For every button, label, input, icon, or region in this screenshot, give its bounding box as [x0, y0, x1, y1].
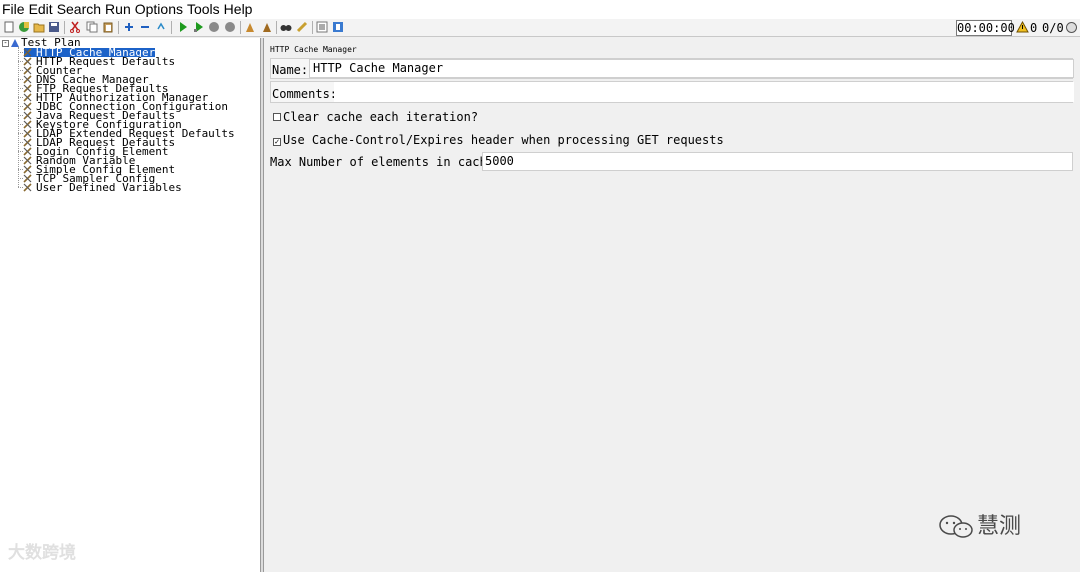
name-row: Name: HTTP Cache Manager	[270, 58, 1074, 79]
tree-item-label: User Defined Variables	[36, 181, 182, 194]
remote-engines-icon[interactable]	[1066, 22, 1077, 33]
clear-cache-label: Clear cache each iteration?	[283, 110, 479, 124]
wechat-icon	[939, 515, 973, 538]
config-element-icon	[23, 111, 32, 120]
start-no-pauses-icon[interactable]	[193, 21, 205, 33]
clear-icon[interactable]	[244, 21, 256, 33]
menu-search[interactable]: Search	[57, 0, 101, 19]
tree-items: HTTP Cache Manager HTTP Request Defaults C…	[0, 47, 235, 194]
stop-icon[interactable]	[208, 21, 220, 33]
config-panel: HTTP Cache Manager Name: HTTP Cache Mana…	[265, 38, 1080, 572]
elapsed-timer: 00:00:00	[956, 20, 1015, 36]
collapse-toggle-icon[interactable]: -	[2, 39, 9, 47]
toolbar-separator	[171, 21, 172, 34]
config-element-icon	[23, 165, 32, 174]
menu-tools[interactable]: Tools	[187, 0, 220, 19]
reset-search-icon[interactable]	[296, 21, 308, 33]
config-element-icon	[23, 66, 32, 75]
menu-options[interactable]: Options	[135, 0, 183, 19]
max-elements-row: Max Number of elements in cache 5000	[270, 152, 1073, 171]
config-element-icon	[23, 84, 32, 93]
toolbar-separator	[118, 21, 119, 34]
use-cache-control-checkbox[interactable]: ✓	[273, 138, 281, 146]
menu-bar: File Edit Search Run Options Tools Help	[0, 0, 1080, 19]
config-element-icon	[23, 183, 32, 192]
menu-help[interactable]: Help	[224, 0, 253, 19]
use-cache-control-option[interactable]: ✓ Use Cache-Control/Expires header when p…	[273, 133, 724, 147]
start-icon[interactable]	[177, 21, 189, 33]
config-element-icon	[23, 174, 32, 183]
panel-title: HTTP Cache Manager	[270, 45, 357, 54]
shutdown-icon[interactable]	[224, 21, 236, 33]
clear-cache-checkbox[interactable]	[273, 113, 281, 121]
menu-file[interactable]: File	[2, 0, 25, 19]
watermark-right: 慧测	[937, 508, 1021, 540]
warning-icon[interactable]	[1016, 21, 1029, 33]
save-icon[interactable]	[48, 21, 60, 33]
name-field[interactable]: HTTP Cache Manager	[309, 59, 1074, 78]
toolbar-separator	[64, 21, 65, 34]
expand-icon[interactable]	[123, 21, 135, 33]
name-label: Name:	[272, 63, 309, 77]
help-icon[interactable]	[332, 21, 344, 33]
menu-run[interactable]: Run	[105, 0, 131, 19]
watermark-left-text: 大数跨境	[8, 543, 76, 563]
config-element-icon	[23, 57, 32, 66]
new-icon[interactable]	[3, 21, 15, 33]
config-element-icon	[23, 102, 32, 111]
search-icon[interactable]	[280, 21, 292, 33]
comments-label: Comments:	[272, 87, 338, 101]
menu-edit[interactable]: Edit	[29, 0, 53, 19]
max-elements-label: Max Number of elements in cache	[270, 155, 494, 169]
comments-row: Comments:	[270, 81, 1074, 103]
comments-field[interactable]	[334, 82, 1074, 102]
clear-cache-option[interactable]: Clear cache each iteration?	[273, 110, 478, 124]
toolbar-separator	[240, 21, 241, 34]
config-element-icon	[23, 48, 32, 57]
test-plan-tree: - Test Plan HTTP Cache Manager HTTP Reques…	[0, 37, 261, 572]
config-element-icon	[23, 120, 32, 129]
collapse-icon[interactable]	[139, 21, 151, 33]
toolbar-separator	[276, 21, 277, 34]
active-threads: 0/0	[1042, 21, 1064, 35]
copy-icon[interactable]	[86, 21, 98, 33]
config-element-icon	[23, 147, 32, 156]
use-cache-control-label: Use Cache-Control/Expires header when pr…	[283, 133, 724, 147]
clear-all-icon[interactable]	[261, 21, 273, 33]
config-element-icon	[23, 75, 32, 84]
test-plan-icon	[11, 39, 19, 47]
toolbar-separator	[312, 21, 313, 34]
cut-icon[interactable]	[69, 21, 81, 33]
function-helper-icon[interactable]	[316, 21, 328, 33]
tree-item[interactable]: User Defined Variables	[0, 181, 235, 194]
watermark-left: 大数跨境	[8, 538, 76, 563]
config-element-icon	[23, 93, 32, 102]
config-element-icon	[23, 138, 32, 147]
toolbar: 00:00:00 0 0/0	[0, 19, 1080, 37]
warning-count: 0	[1030, 21, 1038, 35]
max-elements-field[interactable]: 5000	[482, 152, 1073, 171]
config-element-icon	[23, 129, 32, 138]
config-element-icon	[23, 156, 32, 165]
open-icon[interactable]	[33, 21, 45, 33]
panel-splitter[interactable]	[261, 38, 264, 572]
templates-icon[interactable]	[18, 21, 30, 33]
paste-icon[interactable]	[102, 21, 114, 33]
watermark-right-text: 慧测	[977, 514, 1022, 539]
toggle-icon[interactable]	[155, 21, 167, 33]
